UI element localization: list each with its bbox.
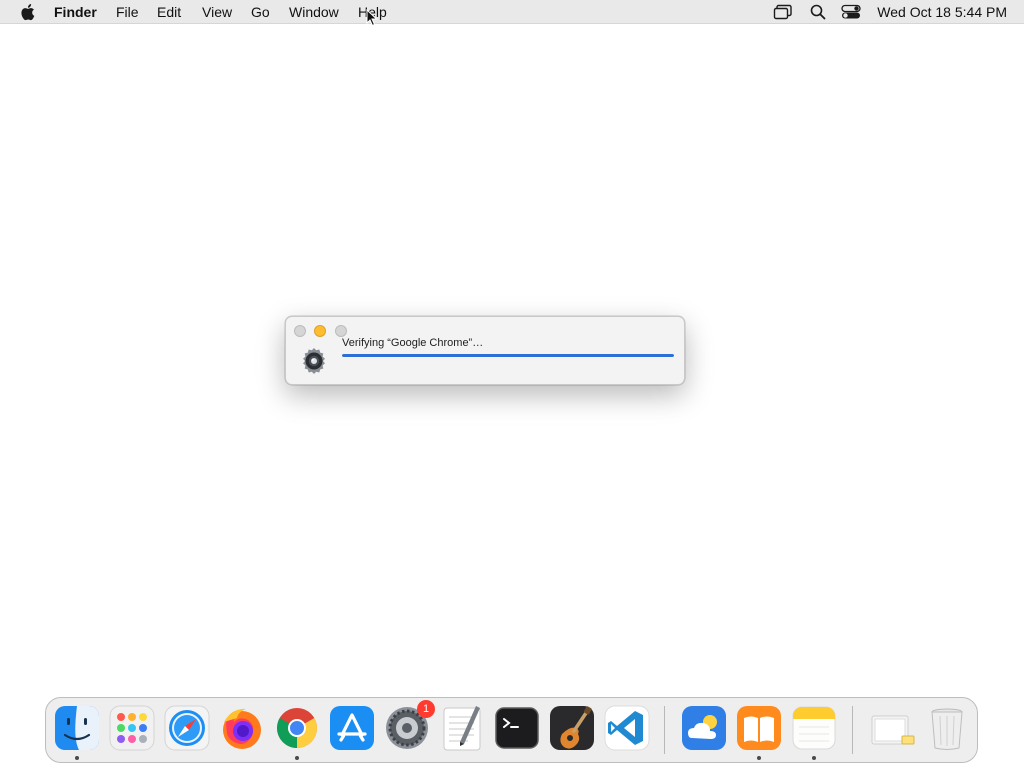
terminal-icon — [495, 707, 539, 749]
verifying-dialog: Verifying “Google Chrome”… — [285, 316, 685, 385]
menu-file[interactable]: File — [116, 4, 139, 20]
zoom-button[interactable] — [335, 325, 347, 337]
progress-fill — [342, 354, 674, 357]
app-store-icon — [330, 706, 374, 750]
dock-finder[interactable] — [53, 704, 101, 760]
finder-icon — [55, 706, 99, 750]
books-icon — [737, 706, 781, 750]
screen-mirroring-icon[interactable] — [773, 4, 793, 20]
garageband-icon — [550, 706, 594, 750]
running-indicator — [295, 756, 299, 760]
dock-separator — [852, 706, 853, 754]
menu-go[interactable]: Go — [251, 4, 270, 20]
dock-vscode[interactable] — [603, 704, 651, 752]
downloads-folder-icon — [871, 715, 915, 745]
dock-books[interactable] — [735, 704, 783, 760]
running-indicator — [812, 756, 816, 760]
dock-app-store[interactable] — [328, 704, 376, 752]
dock-system-settings[interactable]: 1 — [383, 700, 435, 752]
dock-firefox[interactable] — [218, 704, 266, 752]
dock-garageband[interactable] — [548, 704, 596, 752]
verifying-message: Verifying “Google Chrome”… — [342, 337, 484, 349]
menu-window[interactable]: Window — [289, 4, 339, 20]
notes-icon — [792, 706, 836, 750]
menubar-clock[interactable]: Wed Oct 18 5:44 PM — [877, 4, 1007, 20]
dock-separator — [664, 706, 665, 754]
dock-downloads-stack[interactable] — [868, 704, 916, 752]
vscode-icon — [604, 705, 650, 751]
dock-terminal[interactable] — [493, 704, 541, 752]
search-icon[interactable] — [810, 4, 826, 20]
trash-icon — [931, 708, 963, 750]
running-indicator — [75, 756, 79, 760]
firefox-icon — [223, 708, 261, 749]
dock-trash[interactable] — [923, 704, 971, 752]
mouse-pointer-icon — [366, 9, 378, 27]
close-button[interactable] — [294, 325, 306, 337]
notification-badge: 1 — [417, 700, 435, 718]
menu-bar: Finder File Edit View Go Window Help Wed… — [0, 0, 1024, 24]
minimize-button[interactable] — [314, 325, 326, 337]
verification-progress-bar — [342, 354, 674, 357]
dock-launchpad[interactable] — [108, 704, 156, 752]
menu-finder[interactable]: Finder — [54, 4, 97, 20]
launchpad-icon — [109, 705, 155, 751]
running-indicator — [757, 756, 761, 760]
dock-chrome[interactable] — [273, 704, 321, 760]
dock-weather[interactable] — [680, 704, 728, 752]
chrome-icon — [277, 708, 317, 748]
menu-edit[interactable]: Edit — [157, 4, 181, 20]
dock-notes[interactable] — [790, 704, 838, 760]
dock-safari[interactable] — [163, 704, 211, 752]
weather-icon — [682, 706, 726, 750]
safari-icon — [164, 705, 210, 751]
dock-textedit[interactable] — [438, 704, 486, 752]
apple-menu-icon[interactable] — [19, 3, 35, 21]
gatekeeper-icon — [303, 348, 325, 374]
menu-view[interactable]: View — [202, 4, 232, 20]
dock: 1 — [45, 697, 978, 763]
textedit-icon — [443, 706, 481, 751]
control-center-icon[interactable] — [841, 4, 861, 20]
